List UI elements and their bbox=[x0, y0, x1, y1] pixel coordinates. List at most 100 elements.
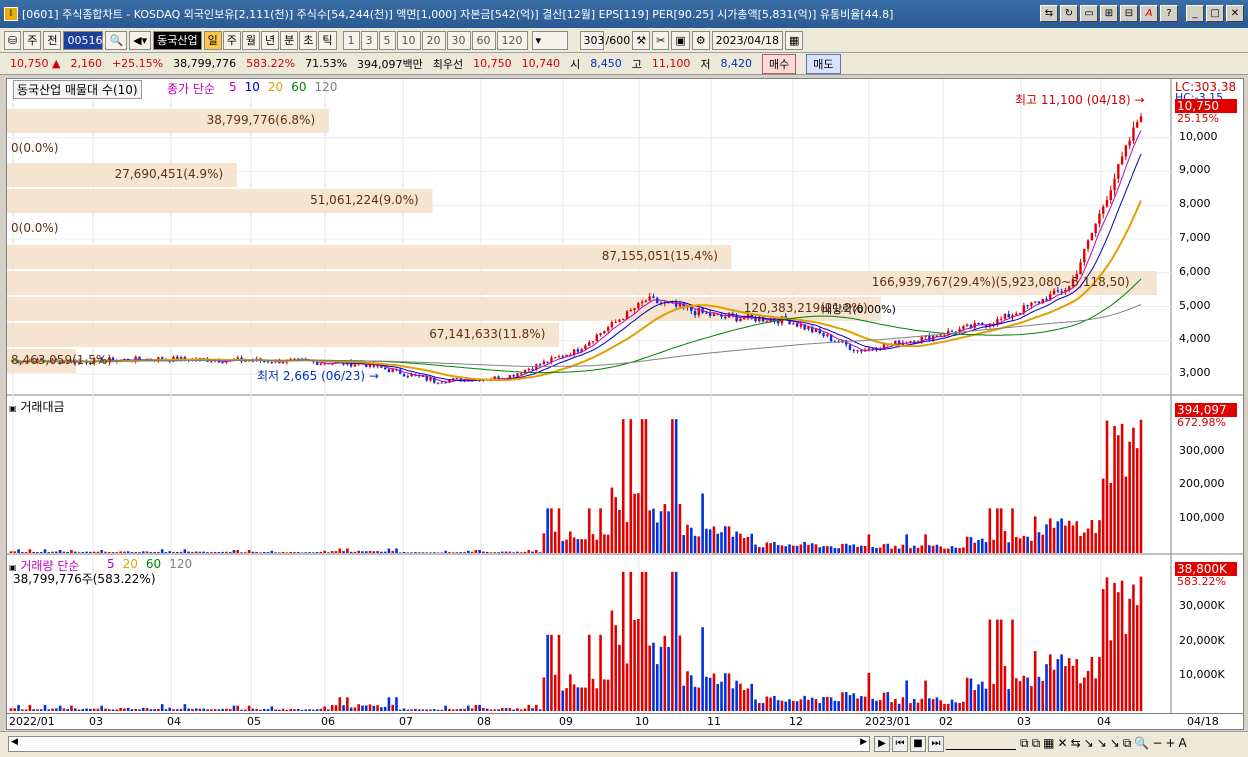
minimize-button[interactable]: _ bbox=[1186, 5, 1204, 22]
price-candle bbox=[315, 361, 319, 365]
zoom-in-icon[interactable]: + bbox=[1165, 736, 1175, 751]
tools-icon[interactable]: ⚒ bbox=[632, 30, 651, 50]
stock-code-input[interactable]: 005160 bbox=[63, 30, 109, 50]
amount-bar bbox=[867, 534, 871, 553]
scroll-right-icon[interactable]: ▶ bbox=[860, 737, 867, 747]
price-candle bbox=[542, 361, 546, 365]
font-icon[interactable]: A bbox=[1140, 5, 1158, 22]
period-tab-4[interactable]: 분 bbox=[280, 30, 299, 50]
sell-button[interactable]: 매도 bbox=[806, 53, 841, 74]
period-tab-3[interactable]: 년 bbox=[261, 30, 280, 50]
date-input[interactable]: 2023/04/18 bbox=[711, 30, 783, 50]
all-button[interactable]: 전 bbox=[43, 30, 62, 50]
volume-bar bbox=[958, 702, 961, 711]
search-icon[interactable]: 🔍 bbox=[105, 30, 128, 50]
gear-icon[interactable]: ⚙ bbox=[691, 30, 710, 50]
speaker-icon[interactable]: ◀▾ bbox=[129, 30, 152, 50]
fast-forward-icon[interactable]: ⏭ bbox=[928, 736, 944, 752]
period-tab-0[interactable]: 일 bbox=[203, 30, 222, 50]
amount-bar bbox=[444, 550, 447, 553]
horizontal-scrollbar[interactable]: ◀ ▶ bbox=[8, 736, 870, 752]
line-tool-icon[interactable]: ↘ bbox=[1084, 736, 1094, 751]
amount-bar bbox=[440, 552, 444, 553]
volume-bar bbox=[621, 571, 625, 711]
volume-bar bbox=[395, 697, 398, 711]
interval-button-5[interactable]: 30 bbox=[446, 30, 471, 50]
volume-bar bbox=[474, 704, 478, 711]
volume-bar bbox=[187, 708, 190, 711]
price-legend-title[interactable]: 동국산업 매물대 수(10) bbox=[13, 80, 142, 99]
line-tool2-icon[interactable]: ↘ bbox=[1097, 736, 1107, 751]
amount-bar bbox=[466, 550, 470, 553]
screen-icon[interactable]: ▭ bbox=[1080, 5, 1098, 22]
volume-bar bbox=[1018, 681, 1022, 711]
volume-bar bbox=[697, 687, 701, 711]
zoom-out-icon[interactable]: − bbox=[1152, 736, 1162, 751]
amount-bar bbox=[557, 508, 561, 553]
price-candle bbox=[1136, 122, 1139, 128]
layout2-icon[interactable]: ⧉ bbox=[1032, 736, 1041, 751]
interval-button-3[interactable]: 10 bbox=[396, 30, 421, 50]
interval-button-1[interactable]: 3 bbox=[360, 30, 378, 50]
volume-bar bbox=[565, 688, 568, 711]
period-tab-5[interactable]: 초 bbox=[299, 30, 318, 50]
change-value: 2,160 bbox=[70, 57, 102, 70]
interval-button-6[interactable]: 60 bbox=[471, 30, 496, 50]
interval-button-2[interactable]: 5 bbox=[378, 30, 396, 50]
amount-tag: 394,097 bbox=[1175, 403, 1237, 417]
price-candle bbox=[1007, 313, 1010, 318]
amount-bar bbox=[992, 539, 995, 553]
rewind-icon[interactable]: ⏮ bbox=[892, 736, 908, 752]
pin2-icon[interactable]: ⊟ bbox=[1120, 5, 1138, 22]
volume-bar bbox=[727, 673, 731, 711]
pin-icon[interactable]: ⊞ bbox=[1100, 5, 1118, 22]
grid-icon[interactable]: ▦ bbox=[1043, 736, 1054, 751]
amount-bar bbox=[85, 551, 88, 553]
amount-bar bbox=[935, 544, 939, 553]
interval-button-0[interactable]: 1 bbox=[342, 30, 360, 50]
change-pct: +25.15% bbox=[111, 57, 164, 70]
font-size-icon[interactable]: A bbox=[1178, 736, 1186, 751]
lock-icon[interactable]: ⛁ bbox=[4, 30, 22, 50]
chart-area[interactable]: 동국산업 매물대 수(10) 종가 단순 5 10 20 60 120 LC:303.3… bbox=[6, 78, 1244, 714]
amount-bar bbox=[28, 549, 32, 553]
maximize-button[interactable]: □ bbox=[1206, 5, 1224, 22]
stop-icon[interactable]: ■ bbox=[910, 736, 926, 752]
scroll-left-icon[interactable]: ◀ bbox=[11, 737, 18, 747]
interval-button-4[interactable]: 20 bbox=[421, 30, 446, 50]
buy-button[interactable]: 매수 bbox=[762, 53, 797, 74]
play-icon[interactable]: ▶ bbox=[874, 736, 890, 752]
interval-button-7[interactable]: 120 bbox=[496, 30, 528, 50]
count-input[interactable]: 303 bbox=[579, 30, 605, 50]
volume-bar bbox=[255, 709, 258, 711]
arrows-icon[interactable]: ⇆ bbox=[1071, 736, 1081, 751]
amount-bar bbox=[678, 503, 682, 553]
scissors-icon[interactable]: ✂ bbox=[652, 30, 670, 50]
stock-name[interactable]: 동국산업 bbox=[153, 30, 202, 50]
market-select[interactable]: 주 bbox=[23, 30, 42, 50]
volume-bar bbox=[822, 696, 825, 711]
period-tab-2[interactable]: 월 bbox=[241, 30, 261, 50]
amount-bar bbox=[73, 551, 77, 553]
help-icon[interactable]: ? bbox=[1160, 5, 1178, 22]
refresh-icon[interactable]: ↻ bbox=[1060, 5, 1078, 22]
high-label: 고 bbox=[631, 57, 642, 71]
link-icon[interactable]: ⇆ bbox=[1040, 5, 1058, 22]
amount-bar bbox=[274, 552, 277, 553]
save-icon[interactable]: ▣ bbox=[671, 30, 690, 50]
zoom-slider[interactable] bbox=[946, 738, 1016, 750]
line-tool3-icon[interactable]: ↘ bbox=[1110, 736, 1120, 751]
close-button[interactable]: ✕ bbox=[1226, 5, 1244, 22]
volume-bar bbox=[236, 705, 240, 711]
zoom-icon[interactable]: 🔍 bbox=[1134, 736, 1149, 751]
volume-bar bbox=[905, 680, 908, 711]
layout-icon[interactable]: ⧉ bbox=[1020, 736, 1029, 751]
cross-icon[interactable]: ✕ bbox=[1058, 736, 1068, 751]
calendar-icon[interactable]: ▦ bbox=[785, 30, 804, 50]
volume-bar bbox=[538, 709, 542, 711]
period-tab-1[interactable]: 주 bbox=[222, 30, 241, 50]
copy-icon[interactable]: ⧉ bbox=[1123, 736, 1132, 751]
period-tab-6[interactable]: 틱 bbox=[318, 30, 337, 50]
interval-input[interactable]: ▾ bbox=[531, 30, 568, 50]
price-candle bbox=[353, 364, 357, 367]
